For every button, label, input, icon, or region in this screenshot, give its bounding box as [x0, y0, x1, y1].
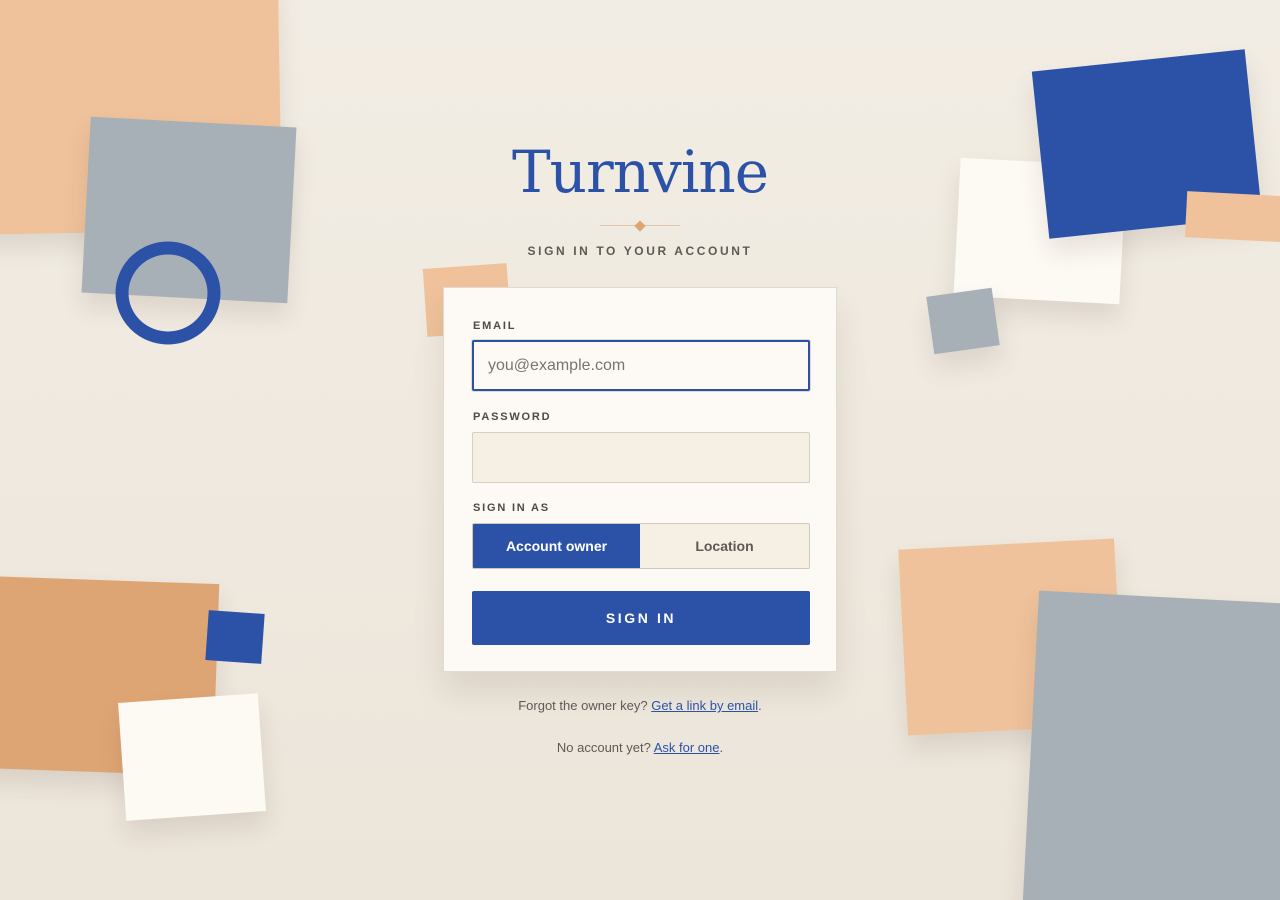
email-link[interactable]: Get a link by email — [651, 698, 758, 713]
diamond-icon — [634, 220, 646, 232]
email-label: EMAIL — [473, 320, 517, 332]
signup-line: No account yet? Ask for one. — [0, 740, 1280, 755]
password-field[interactable] — [472, 432, 810, 483]
role-toggle: Account owner Location — [472, 523, 810, 569]
forgot-key-text: Forgot the owner key? — [518, 698, 648, 713]
role-option-location[interactable]: Location — [640, 524, 809, 568]
password-label: PASSWORD — [473, 411, 552, 423]
signup-suffix: . — [719, 740, 724, 755]
sign-in-button[interactable]: SIGN IN — [472, 591, 810, 645]
forgot-key-suffix: . — [758, 698, 762, 713]
page-subtitle: SIGN IN TO YOUR ACCOUNT — [527, 244, 753, 258]
sign-in-form: EMAIL PASSWORD SIGN IN AS Account owner … — [443, 287, 837, 672]
role-label: SIGN IN AS — [473, 502, 550, 514]
role-option-account-owner[interactable]: Account owner — [473, 524, 640, 568]
signup-text: No account yet? — [556, 740, 651, 755]
deco-paper-slate-small-right — [926, 287, 1000, 355]
request-account-link[interactable]: Ask for one — [654, 740, 720, 755]
forgot-key-line: Forgot the owner key? Get a link by emai… — [0, 698, 1280, 713]
email-field[interactable] — [472, 340, 810, 391]
brand-logo: Turnvine — [511, 138, 769, 206]
deco-paper-blue-small-bottomleft — [205, 610, 265, 664]
